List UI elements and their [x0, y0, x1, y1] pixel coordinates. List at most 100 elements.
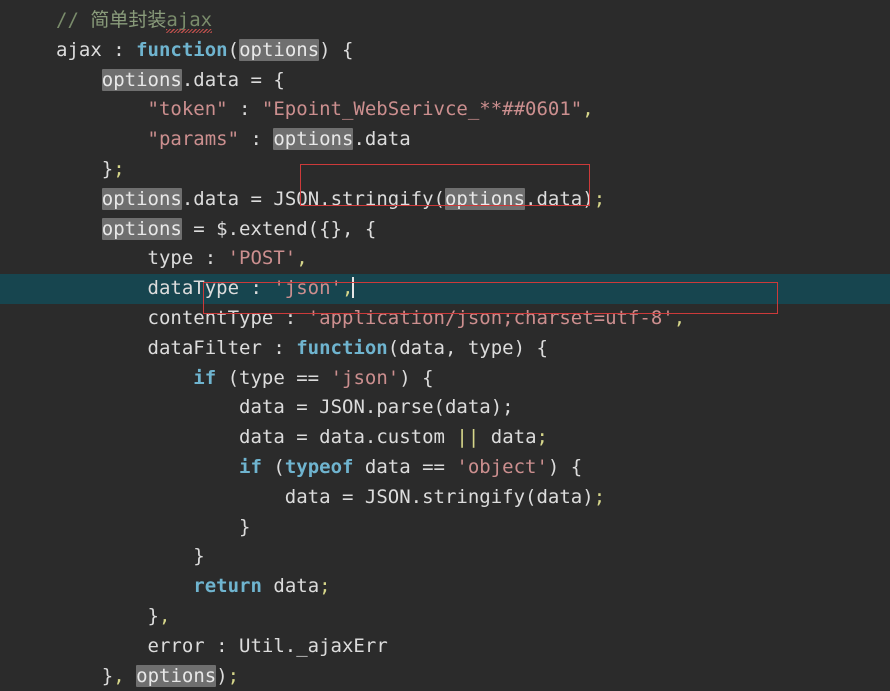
datafilter-params: (data, type) { — [387, 336, 548, 359]
indent-l18 — [56, 516, 239, 538]
assign-operator: = — [239, 187, 274, 210]
code-line-14[interactable]: data = JSON.parse(data); — [0, 393, 890, 423]
json-value-token: "Epoint_WebSerivce_**##0601" — [261, 98, 583, 121]
option-value-contenttype: 'application/json;charset=utf-8' — [307, 306, 674, 329]
code-line-16[interactable]: if (typeof data == 'object') { — [0, 453, 890, 483]
identifier-data: data — [490, 426, 537, 449]
keyword-if: if — [193, 366, 217, 389]
code-line-7[interactable]: options.data = JSON.stringify(options.da… — [0, 185, 890, 215]
option-value-error-handler: Util._ajaxErr — [239, 634, 388, 657]
assign-brace-open: = { — [239, 68, 285, 91]
identifier-options-occurrence: options — [273, 128, 354, 151]
code-line-9[interactable]: type : 'POST', — [0, 244, 890, 274]
identifier-options-occurrence: options — [239, 38, 320, 61]
code-line-3[interactable]: options.data = { — [0, 66, 890, 96]
code-line-21[interactable]: }, — [0, 602, 890, 632]
space-b — [479, 426, 490, 448]
space-a — [445, 426, 456, 448]
keyword-function: function — [136, 38, 228, 61]
code-line-6[interactable]: }; — [0, 155, 890, 185]
colon-separator: : — [273, 306, 308, 329]
logical-or-operator: || — [456, 426, 480, 449]
option-value-json: 'json' — [330, 366, 400, 389]
indent-l16 — [56, 456, 239, 478]
indent-l8 — [56, 218, 102, 240]
property-data: .data — [525, 187, 583, 210]
indent-l20 — [56, 575, 193, 597]
space-d — [125, 665, 136, 687]
option-value-json: 'json' — [273, 277, 342, 300]
code-line-11[interactable]: contentType : 'application/json;charset=… — [0, 304, 890, 334]
brace-close: } — [193, 545, 205, 568]
paren-close: ) — [216, 664, 228, 687]
code-line-13[interactable]: if (type == 'json') { — [0, 364, 890, 394]
indent-l23 — [56, 665, 102, 687]
semicolon: ; — [593, 187, 606, 210]
keyword-function: function — [296, 336, 388, 359]
typeof-operand: data == — [353, 455, 457, 478]
code-line-15[interactable]: data = data.custom || data; — [0, 423, 890, 453]
option-key-contenttype: contentType — [147, 306, 274, 329]
indent-l12 — [56, 337, 148, 359]
indent-l21 — [56, 605, 148, 627]
keyword-if: if — [239, 455, 262, 478]
identifier-options-occurrence: options — [101, 187, 182, 210]
assign-operator: = — [330, 485, 365, 508]
code-line-8[interactable]: options = $.extend({}, { — [0, 215, 890, 245]
colon-separator: : — [261, 336, 297, 359]
colon-separator: : — [193, 247, 228, 270]
indent-l13 — [56, 367, 193, 389]
semicolon: ; — [536, 426, 548, 449]
identifier-data: data — [239, 426, 285, 449]
keyword-return: return — [193, 575, 262, 598]
jquery-extend-call: $.extend({}, { — [216, 217, 377, 240]
indent-l5 — [56, 128, 148, 150]
colon-separator: : — [227, 98, 262, 121]
code-editor[interactable]: // 简单封装ajax ajax : function(options) { o… — [0, 0, 890, 687]
comment-misspelled-word: ajax — [166, 6, 212, 36]
comment-slashes: // — [56, 9, 91, 31]
code-lines-container: // 简单封装ajax ajax : function(options) { o… — [0, 0, 890, 691]
json-stringify-call: JSON.stringify( — [273, 187, 445, 210]
indent-l14 — [56, 396, 239, 418]
code-line-4[interactable]: "token" : "Epoint_WebSerivce_**##0601", — [0, 95, 890, 125]
space-c — [262, 575, 273, 597]
identifier-options-occurrence: options — [101, 217, 182, 240]
brace-close: } — [101, 157, 114, 180]
code-line-5[interactable]: "params" : options.data — [0, 125, 890, 155]
if-condition-close: ) { — [547, 455, 583, 478]
if-condition-close: ) { — [399, 366, 434, 389]
code-line-2[interactable]: ajax : function(options) { — [0, 36, 890, 66]
code-line-1[interactable]: // 简单封装ajax — [0, 6, 890, 36]
paren-open: ( — [227, 38, 240, 61]
indent-l10 — [56, 277, 148, 299]
code-line-10-selected[interactable]: dataType : 'json', — [0, 274, 890, 304]
indent-l6 — [56, 158, 102, 180]
paren-open: ( — [261, 455, 285, 478]
indent-l3 — [56, 69, 102, 91]
comma: , — [296, 247, 308, 270]
indent-l7 — [56, 188, 102, 210]
option-key-datafilter: dataFilter — [147, 336, 262, 359]
code-line-22[interactable]: error : Util._ajaxErr — [0, 632, 890, 662]
code-line-23[interactable]: }, options); — [0, 662, 890, 691]
identifier-options-occurrence: options — [101, 68, 182, 91]
colon-separator: : — [239, 128, 274, 151]
keyword-typeof: typeof — [284, 455, 354, 478]
code-line-19[interactable]: } — [0, 542, 890, 572]
code-line-17[interactable]: data = JSON.stringify(data); — [0, 483, 890, 513]
json-key-params: "params" — [147, 128, 240, 151]
code-line-20[interactable]: return data; — [0, 572, 890, 602]
indent-l11 — [56, 307, 148, 329]
paren-close: ) — [582, 485, 594, 508]
semicolon: ; — [593, 485, 606, 508]
property-data: .data — [181, 68, 240, 91]
code-line-18[interactable]: } — [0, 513, 890, 543]
brace-close: } — [147, 604, 159, 627]
code-line-12[interactable]: dataFilter : function(data, type) { — [0, 334, 890, 364]
indent-l19 — [56, 545, 193, 567]
comma: , — [158, 604, 171, 627]
assign-operator: = — [284, 396, 320, 419]
option-key-datatype: dataType — [147, 277, 240, 300]
identifier-data: data — [239, 396, 285, 419]
